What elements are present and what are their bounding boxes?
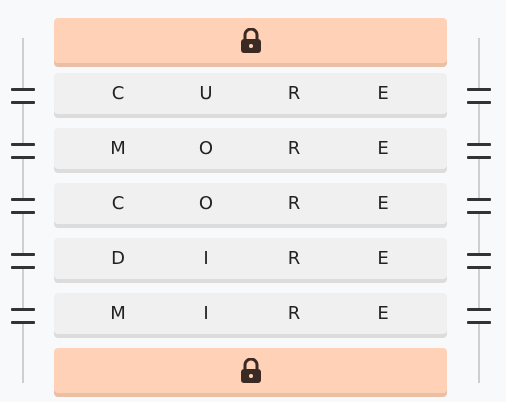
letter-tile[interactable]: E bbox=[363, 73, 403, 114]
letter-tile[interactable]: E bbox=[363, 238, 403, 279]
locked-row-bottom bbox=[54, 348, 447, 393]
lock-icon bbox=[240, 27, 261, 53]
letter-tile[interactable]: R bbox=[274, 293, 314, 334]
letter-tile[interactable]: C bbox=[98, 73, 138, 114]
letter-tile[interactable]: R bbox=[274, 183, 314, 224]
letter-tile[interactable]: O bbox=[186, 183, 226, 224]
lock-icon bbox=[240, 357, 261, 383]
drag-handle-icon[interactable] bbox=[467, 253, 491, 269]
drag-handle-icon[interactable] bbox=[11, 143, 35, 159]
letter-tile[interactable]: I bbox=[186, 238, 226, 279]
letter-tile[interactable]: O bbox=[186, 128, 226, 169]
word-row[interactable]: M I R E bbox=[54, 293, 447, 334]
drag-handle-icon[interactable] bbox=[467, 143, 491, 159]
word-row[interactable]: C U R E bbox=[54, 73, 447, 114]
letter-tile[interactable]: U bbox=[186, 73, 226, 114]
word-row[interactable]: M O R E bbox=[54, 128, 447, 169]
drag-handle-icon[interactable] bbox=[11, 308, 35, 324]
letter-tile[interactable]: M bbox=[98, 128, 138, 169]
letter-tile[interactable]: E bbox=[363, 128, 403, 169]
drag-handle-icon[interactable] bbox=[11, 198, 35, 214]
drag-handle-icon[interactable] bbox=[11, 253, 35, 269]
letter-tile[interactable]: C bbox=[98, 183, 138, 224]
letter-tile[interactable]: R bbox=[274, 128, 314, 169]
letter-tile[interactable]: D bbox=[98, 238, 138, 279]
drag-handle-icon[interactable] bbox=[467, 308, 491, 324]
letter-tile[interactable]: R bbox=[274, 238, 314, 279]
letter-tile[interactable]: E bbox=[363, 293, 403, 334]
word-row[interactable]: D I R E bbox=[54, 238, 447, 279]
letter-tile[interactable]: M bbox=[98, 293, 138, 334]
drag-handle-icon[interactable] bbox=[11, 88, 35, 104]
drag-handle-icon[interactable] bbox=[467, 88, 491, 104]
letter-tile[interactable]: R bbox=[274, 73, 314, 114]
drag-handle-icon[interactable] bbox=[467, 198, 491, 214]
locked-row-top bbox=[54, 18, 447, 63]
word-row[interactable]: C O R E bbox=[54, 183, 447, 224]
letter-tile[interactable]: I bbox=[186, 293, 226, 334]
letter-tile[interactable]: E bbox=[363, 183, 403, 224]
